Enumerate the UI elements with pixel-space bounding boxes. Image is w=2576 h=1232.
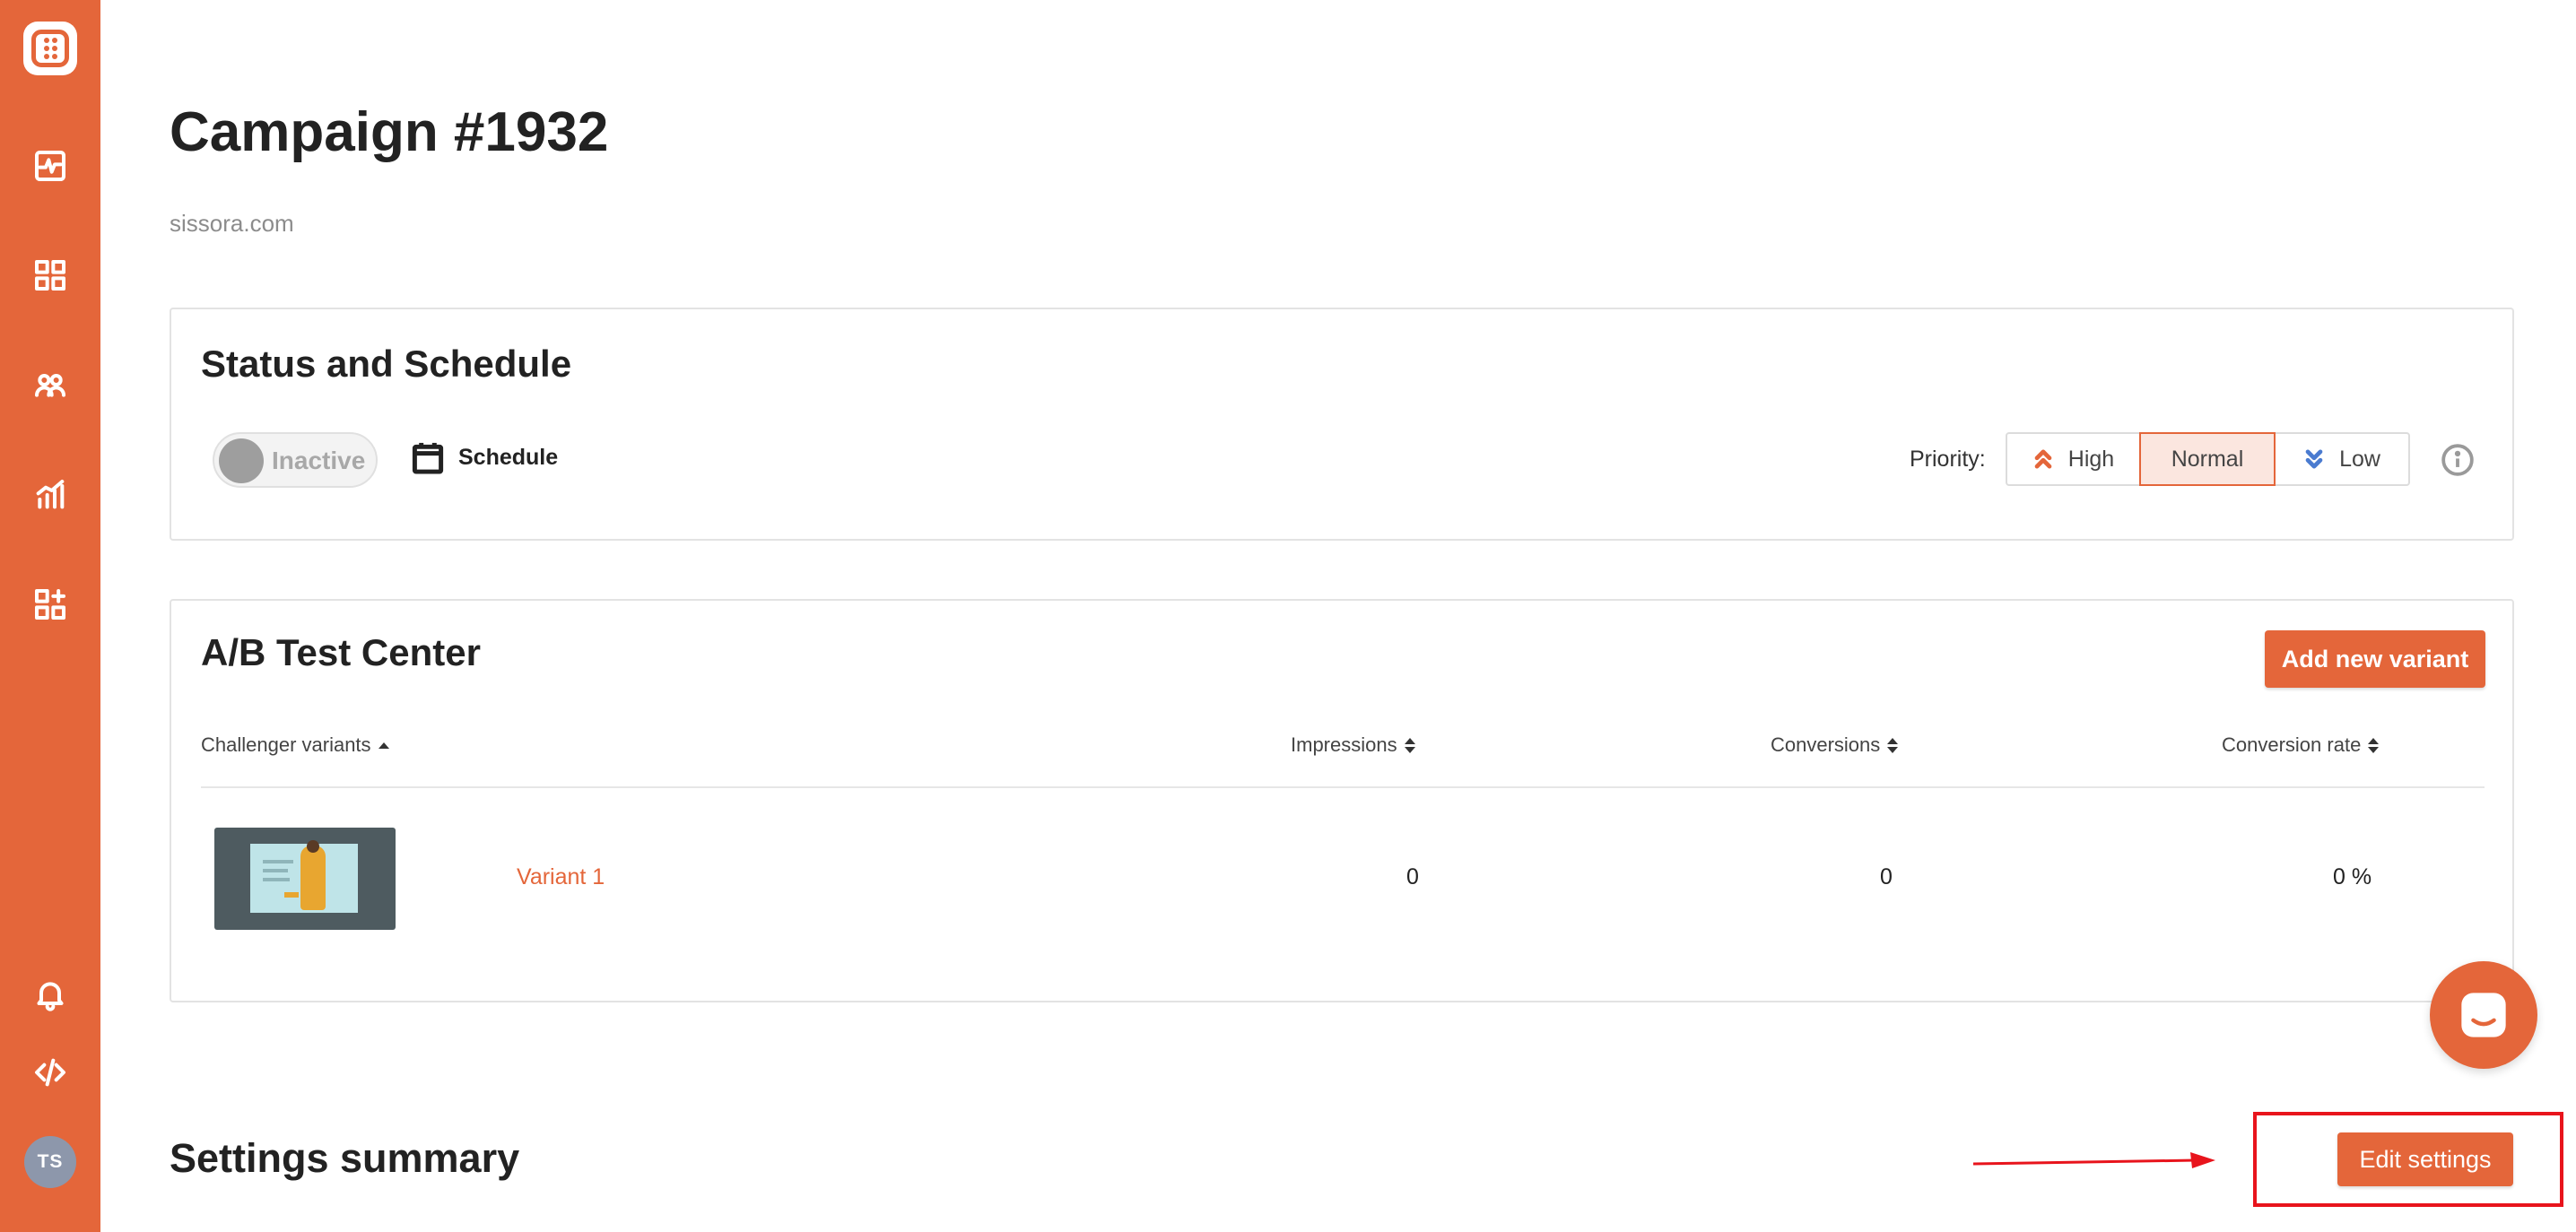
analytics-chart-icon[interactable] — [29, 473, 72, 516]
avatar-initials: TS — [37, 1151, 64, 1172]
bell-icon[interactable] — [29, 973, 72, 1016]
sidebar: TS — [0, 0, 100, 1232]
sort-icon — [1404, 737, 1415, 753]
app-logo-icon[interactable] — [23, 22, 77, 75]
dashboard-grid-icon[interactable] — [29, 254, 72, 297]
impressions-value: 0 — [1406, 864, 1419, 889]
settings-summary-title: Settings summary — [170, 1135, 520, 1181]
priority-normal-label: Normal — [2171, 446, 2244, 472]
status-schedule-title: Status and Schedule — [201, 343, 572, 385]
column-header-challenger-variants[interactable]: Challenger variants — [201, 733, 389, 757]
sort-icon — [2368, 737, 2380, 753]
sort-asc-icon — [378, 742, 389, 749]
chevrons-up-icon — [2034, 449, 2052, 469]
schedule-button[interactable]: Schedule — [412, 440, 558, 474]
column-header-impressions[interactable]: Impressions — [1291, 733, 1415, 757]
priority-high-button[interactable]: High — [2006, 432, 2141, 486]
column-header-label: Conversion rate — [2222, 733, 2362, 756]
variant-thumbnail[interactable] — [214, 828, 396, 930]
priority-label: Priority: — [1910, 447, 1986, 472]
status-schedule-card: Status and Schedule Inactive Schedule Pr… — [170, 308, 2514, 541]
add-widget-icon[interactable] — [29, 583, 72, 626]
ab-test-title: A/B Test Center — [201, 631, 481, 673]
conversions-value: 0 — [1880, 864, 1893, 889]
chat-icon — [2461, 993, 2506, 1037]
chat-launcher-button[interactable] — [2430, 961, 2537, 1069]
toggle-label: Inactive — [272, 447, 366, 474]
priority-selector: High Normal Low — [2006, 432, 2410, 486]
edit-settings-button[interactable]: Edit settings — [2337, 1132, 2513, 1186]
status-toggle[interactable]: Inactive — [213, 432, 378, 488]
column-header-label: Challenger variants — [201, 733, 371, 756]
toggle-knob — [219, 438, 264, 483]
priority-low-button[interactable]: Low — [2274, 432, 2410, 486]
variant-name-link[interactable]: Variant 1 — [517, 864, 605, 890]
users-icon[interactable] — [29, 363, 72, 406]
column-header-conversions[interactable]: Conversions — [1771, 733, 1899, 757]
code-icon[interactable] — [29, 1051, 72, 1094]
chevrons-down-icon — [2305, 449, 2323, 469]
activity-icon[interactable] — [29, 144, 72, 187]
column-header-label: Impressions — [1291, 733, 1397, 756]
schedule-label: Schedule — [458, 444, 559, 470]
conversion-rate-value: 0 % — [2333, 864, 2372, 889]
table-divider — [201, 786, 2485, 788]
column-header-label: Conversions — [1771, 733, 1881, 756]
calendar-icon — [412, 442, 444, 474]
priority-high-label: High — [2067, 446, 2115, 472]
page-subtitle: sissora.com — [170, 210, 294, 237]
priority-normal-button[interactable]: Normal — [2139, 432, 2276, 486]
info-icon[interactable] — [2441, 443, 2475, 477]
avatar[interactable]: TS — [24, 1136, 76, 1188]
add-new-variant-button[interactable]: Add new variant — [2265, 630, 2485, 688]
column-header-conversion-rate[interactable]: Conversion rate — [2222, 733, 2380, 757]
ab-test-card: A/B Test Center Add new variant Challeng… — [170, 599, 2514, 1002]
priority-low-label: Low — [2339, 446, 2380, 472]
sort-icon — [1887, 737, 1899, 753]
annotation-arrow — [1972, 1152, 2215, 1168]
page-title: Campaign #1932 — [170, 101, 609, 163]
